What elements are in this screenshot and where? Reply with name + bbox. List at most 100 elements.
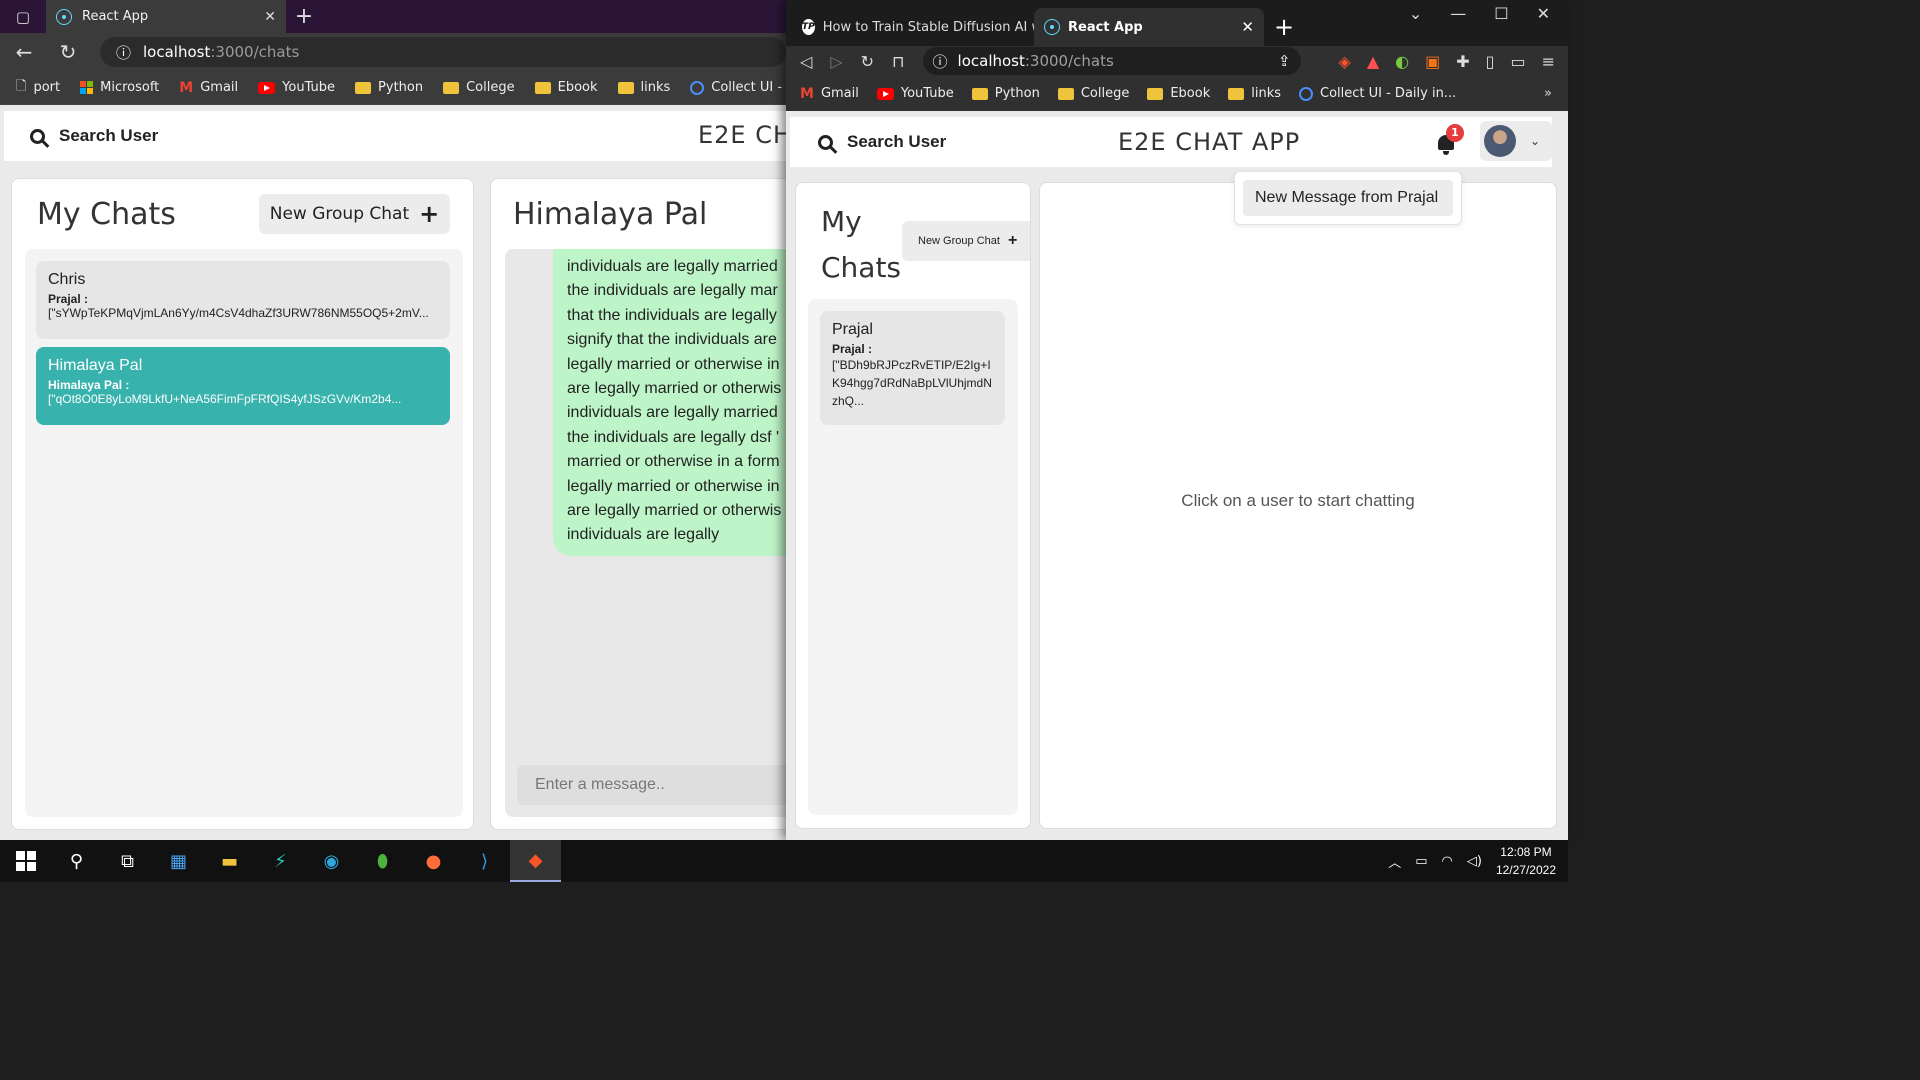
right-browser-window: TP How to Train Stable Diffusion AI with… xyxy=(786,0,1568,840)
bookmark-ebook[interactable]: Ebook xyxy=(534,80,598,95)
tab-search-icon[interactable]: ⌄ xyxy=(1409,4,1422,23)
collect-ui-icon xyxy=(690,80,705,95)
vscode-icon[interactable]: ⟩ xyxy=(459,840,510,882)
off-extension-icon[interactable]: ▣ xyxy=(1425,52,1440,71)
bookmark-collect-ui[interactable]: Collect UI - Daily in... xyxy=(1299,86,1456,101)
chat-item-prajal[interactable]: Prajal Prajal : ["BDh9bRJPczRvETIP/E2Ig+… xyxy=(820,311,1005,425)
edge-icon[interactable]: ◉ xyxy=(306,840,357,882)
bookmark-gmail[interactable]: M Gmail xyxy=(800,86,859,102)
chevron-up-icon[interactable]: ︿ xyxy=(1388,852,1401,871)
bookmark-collect-ui[interactable]: Collect UI - Daily in... xyxy=(690,80,786,95)
notification-item[interactable]: New Message from Prajal xyxy=(1243,180,1453,216)
chat-box: Click on a user to start chatting xyxy=(1039,182,1557,829)
tab-react-app[interactable]: React App ✕ xyxy=(1034,8,1264,46)
chat-item-chris[interactable]: Chris Prajal : ["sYWpTeKPMqVjmLAn6Yy/m4C… xyxy=(36,261,450,339)
folder-icon xyxy=(534,81,551,94)
bookmark-port[interactable]: 🗋 port xyxy=(16,77,60,99)
chat-box: Himalaya Pal individuals are legally mar… xyxy=(490,178,786,830)
postman-icon[interactable]: ● xyxy=(408,840,459,882)
gmail-icon: M xyxy=(800,85,814,102)
new-group-chat-button[interactable]: New Group Chat + xyxy=(259,194,450,234)
bookmark-ebook[interactable]: Ebook xyxy=(1147,86,1210,101)
puzzle-icon[interactable]: ✚ xyxy=(1456,52,1469,71)
page-icon: 🗋 xyxy=(16,78,27,94)
maximize-icon[interactable]: ☐ xyxy=(1494,4,1508,23)
close-window-icon[interactable]: ✕ xyxy=(1537,4,1550,23)
volume-icon[interactable]: ◁) xyxy=(1467,854,1482,869)
refresh-icon[interactable]: ↻ xyxy=(56,40,80,64)
new-group-chat-button[interactable]: New Group Chat + xyxy=(902,221,1030,261)
address-bar[interactable]: ⓘ localhost:3000/chats xyxy=(100,37,786,67)
refresh-icon[interactable]: ↻ xyxy=(861,52,874,71)
wifi-icon[interactable]: ◠ xyxy=(1442,854,1453,869)
file-explorer-icon[interactable]: ▬ xyxy=(204,840,255,882)
extension-icon[interactable]: ◐ xyxy=(1395,52,1409,71)
app-header: Search User E2E CHAT APP xyxy=(4,111,786,161)
bookmark-links[interactable]: links xyxy=(1228,86,1281,101)
brave-rewards-icon[interactable]: ▲ xyxy=(1367,52,1379,71)
plus-icon: + xyxy=(1007,232,1018,249)
search-user-button[interactable]: Search User xyxy=(818,132,946,152)
new-tab-button[interactable]: + xyxy=(286,4,322,29)
battery-icon[interactable]: ▭ xyxy=(1415,854,1427,869)
bookmark-college[interactable]: College xyxy=(443,80,515,95)
folder-icon xyxy=(1147,87,1164,100)
store-icon[interactable]: ▦ xyxy=(153,840,204,882)
search-icon xyxy=(30,128,45,144)
forward-icon[interactable]: ▷ xyxy=(830,52,842,71)
notification-badge: 1 xyxy=(1446,124,1464,142)
bookmark-gmail[interactable]: M Gmail xyxy=(179,80,238,96)
search-user-button[interactable]: Search User xyxy=(30,126,158,146)
mongodb-icon[interactable]: ⬮ xyxy=(357,840,408,882)
react-icon xyxy=(56,8,72,25)
folder-icon xyxy=(355,81,372,94)
close-icon[interactable]: ✕ xyxy=(264,9,276,25)
bookmark-icon[interactable]: ⊓ xyxy=(892,52,904,71)
message-input[interactable]: Enter a message.. xyxy=(517,765,786,805)
gmail-icon: M xyxy=(179,79,194,96)
brave-icon[interactable]: ◆ xyxy=(510,840,561,882)
address-bar[interactable]: ⓘ localhost:3000/chats ⇪ xyxy=(922,47,1301,75)
tab-stable-diffusion[interactable]: TP How to Train Stable Diffusion AI with… xyxy=(792,8,1034,46)
chat-list: Prajal Prajal : ["BDh9bRJPczRvETIP/E2Ig+… xyxy=(808,299,1018,815)
start-button[interactable] xyxy=(0,840,51,882)
sidebar-icon[interactable]: ▯ xyxy=(1486,52,1495,71)
chat-app-page: Search User E2E CHAT APP My Chats New Gr… xyxy=(0,105,786,840)
bookmark-youtube[interactable]: YouTube xyxy=(258,80,335,95)
info-icon: ⓘ xyxy=(932,52,948,71)
chat-title: Himalaya Pal xyxy=(513,197,708,232)
tab-react-app[interactable]: React App ✕ xyxy=(46,0,286,33)
chat-item-himalaya-pal[interactable]: Himalaya Pal Himalaya Pal : ["qOt8O0E8yL… xyxy=(36,347,450,425)
avatar xyxy=(1484,125,1516,157)
app-header: Search User E2E CHAT APP 1 ⌄ xyxy=(790,117,1552,167)
more-bookmarks-icon[interactable]: » xyxy=(1544,86,1552,101)
back-icon[interactable]: ← xyxy=(12,40,36,64)
search-icon[interactable]: ⚲ xyxy=(51,840,102,882)
powertoys-icon[interactable]: ⚡ xyxy=(255,840,306,882)
clock[interactable]: 12:08 PM 12/27/2022 xyxy=(1496,843,1556,879)
share-icon[interactable]: ⇪ xyxy=(1278,52,1291,70)
wallet-icon[interactable]: ▭ xyxy=(1510,52,1525,71)
bookmark-college[interactable]: College xyxy=(1057,86,1129,101)
tab-strip: TP How to Train Stable Diffusion AI with… xyxy=(786,0,1568,46)
task-view-icon[interactable]: ⧉ xyxy=(102,840,153,882)
tab-actions-icon[interactable]: ▢ xyxy=(0,0,46,33)
chat-app-page: Search User E2E CHAT APP 1 ⌄ New Message… xyxy=(786,111,1568,840)
new-tab-button[interactable]: + xyxy=(1264,8,1304,46)
profile-menu-button[interactable]: ⌄ xyxy=(1480,121,1552,161)
bookmark-links[interactable]: links xyxy=(617,80,670,95)
notification-button[interactable]: 1 xyxy=(1434,124,1464,155)
minimize-icon[interactable]: — xyxy=(1450,4,1466,23)
back-icon[interactable]: ◁ xyxy=(800,52,812,71)
bookmarks-bar: M Gmail YouTube Python College Ebook link… xyxy=(786,76,1568,111)
bookmark-python[interactable]: Python xyxy=(355,80,423,95)
menu-icon[interactable]: ≡ xyxy=(1542,52,1555,71)
bookmark-youtube[interactable]: YouTube xyxy=(876,86,954,101)
bookmark-python[interactable]: Python xyxy=(971,86,1040,101)
message-area[interactable]: individuals are legally married the indi… xyxy=(505,249,786,817)
close-icon[interactable]: ✕ xyxy=(1241,18,1254,36)
bookmark-microsoft[interactable]: Microsoft xyxy=(80,80,159,95)
folder-icon xyxy=(617,81,634,94)
tab-strip: ▢ React App ✕ + xyxy=(0,0,786,33)
brave-shield-icon[interactable]: ◈ xyxy=(1339,52,1351,71)
